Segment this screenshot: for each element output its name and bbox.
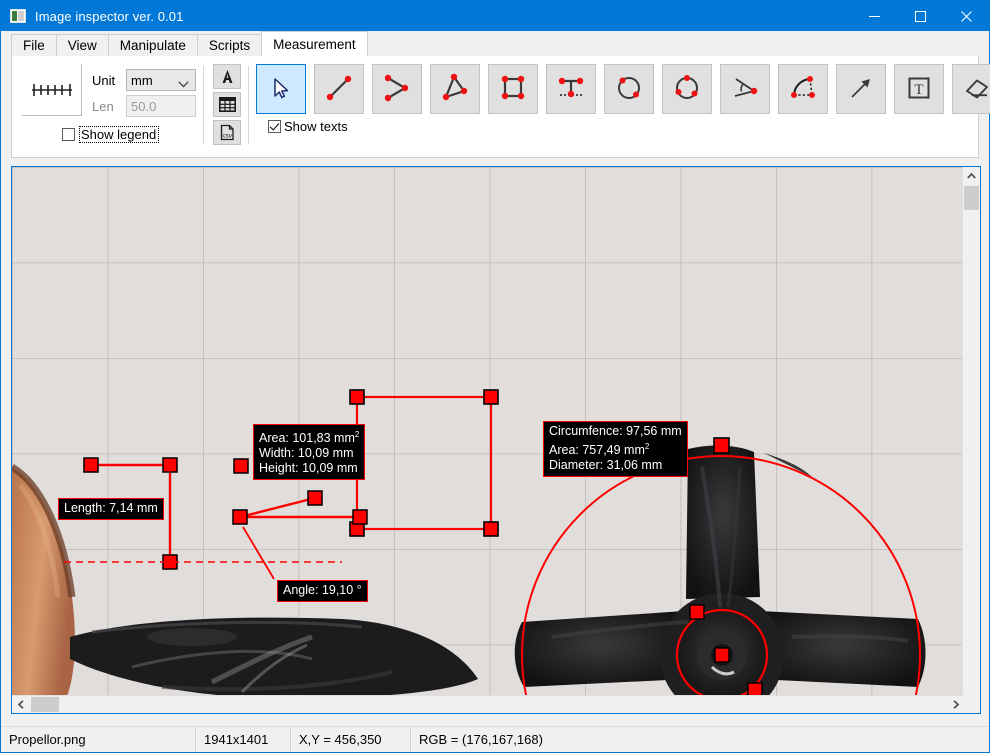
rect-width-text: Width: 10,09 mm [259,446,359,461]
text-box-icon: T [904,73,934,106]
scroll-right-button[interactable] [947,696,964,713]
show-legend-checkbox[interactable]: Show legend [62,126,159,143]
show-legend-label: Show legend [79,126,159,143]
tool-angle-arc-button[interactable] [720,64,770,114]
measurement-toolbar: Unit mm Len Show l [11,56,979,158]
close-button[interactable] [943,1,989,31]
len-label: Len [92,99,126,114]
tab-measurement[interactable]: Measurement [261,31,368,56]
cursor-arrow-icon [268,75,294,104]
tab-file[interactable]: File [11,34,57,56]
perpendicular-distance-icon [555,72,587,107]
horizontal-scrollbar[interactable] [12,695,964,713]
circle-two-point-icon [613,72,645,107]
status-filename: Propellor.png [1,728,196,752]
status-bar: Propellor.png 1941x1401 X,Y = 456,350 RG… [1,726,989,752]
unit-label: Unit [92,73,126,88]
arrow-annotation-icon [845,72,877,107]
csv-export-icon[interactable]: csv [213,120,241,145]
tab-scripts[interactable]: Scripts [197,34,262,56]
scroll-up-button[interactable] [963,167,980,184]
image-canvas-area: Area: 101,83 mm2 Width: 10,09 mm Height:… [11,166,981,714]
tool-angle-segment-button[interactable] [372,64,422,114]
unit-select[interactable]: mm [126,69,196,91]
tool-perpendicular-button[interactable] [546,64,596,114]
large-circle-measurement-label: Circumfence: 97,56 mm Area: 757,49 mm2 D… [543,421,688,477]
tool-erase-button[interactable] [952,64,990,114]
image-viewport[interactable]: Area: 101,83 mm2 Width: 10,09 mm Height:… [12,167,964,696]
len-row: Len [92,95,196,117]
scroll-left-button[interactable] [12,696,29,713]
export-buttons-group: csv [213,64,241,145]
angle-measurement-label: Angle: 19,10 ° [277,580,368,602]
show-texts-label: Show texts [284,119,348,134]
angle-arc-icon [729,72,761,107]
maximize-button[interactable] [897,1,943,31]
propeller-photo [12,167,964,696]
unit-group: Unit mm Len Show l [18,64,196,152]
vertical-scrollbar[interactable] [962,167,980,696]
tab-manipulate-label: Manipulate [120,38,186,53]
window-controls [851,1,989,31]
rectangle-icon [497,72,529,107]
eraser-icon [962,73,990,106]
rect-height-text: Height: 10,09 mm [259,461,359,476]
len-input[interactable] [126,95,196,117]
toolbar-separator-2 [248,66,249,144]
window-title: Image inspector ver. 0.01 [35,9,183,24]
tab-scripts-label: Scripts [209,38,250,53]
ruler-icon [22,64,82,116]
tool-line-button[interactable] [314,64,364,114]
rect-area-text: Area: 101,83 mm2 [259,427,359,446]
bigcircle-diameter-text: Diameter: 31,06 mm [549,458,682,473]
show-texts-box [268,120,281,133]
show-texts-checkbox[interactable]: Show texts [268,119,348,134]
triangle-icon [439,72,471,107]
bigcircle-area-text: Area: 757,49 mm2 [549,439,682,458]
toolbar-separator-1 [203,66,204,144]
angle-two-segment-icon [381,72,413,107]
bigcircle-circumference-text: Circumfence: 97,56 mm [549,424,682,439]
tab-measurement-label: Measurement [273,37,356,52]
show-legend-box [62,128,75,141]
svg-text:csv: csv [222,132,232,139]
unit-row: Unit mm [92,69,196,91]
scrollbar-corner [963,696,980,713]
tool-rectangle-button[interactable] [488,64,538,114]
tab-file-label: File [23,38,45,53]
tab-view[interactable]: View [56,34,109,56]
tab-view-label: View [68,38,97,53]
tab-manipulate[interactable]: Manipulate [108,34,198,56]
status-rgb: RGB = (176,167,168) [411,728,711,752]
horizontal-scroll-thumb[interactable] [31,697,59,712]
app-image-icon [10,9,26,23]
tool-triangle-button[interactable] [430,64,480,114]
tool-select-button[interactable] [256,64,306,114]
tool-arc-button[interactable] [778,64,828,114]
status-dimensions: 1941x1401 [196,728,291,752]
vertical-scroll-thumb[interactable] [964,186,979,210]
font-letter-a-icon[interactable] [213,64,241,89]
application-window: Image inspector ver. 0.01 File View Mani… [0,0,990,753]
tool-arrow-button[interactable] [836,64,886,114]
circle-three-point-icon [671,72,703,107]
rectangle-measurement-label: Area: 101,83 mm2 Width: 10,09 mm Height:… [253,424,365,480]
measurement-tools: T [256,64,990,114]
svg-text:T: T [914,82,923,98]
unit-fields: Unit mm Len [92,64,196,117]
line-segment-icon [323,72,355,107]
status-coordinates: X,Y = 456,350 [291,728,411,752]
minimize-button[interactable] [851,1,897,31]
length-measurement-label: Length: 7,14 mm [58,498,164,520]
tool-circle-two-point-button[interactable] [604,64,654,114]
table-grid-icon[interactable] [213,92,241,117]
ribbon-tabs: File View Manipulate Scripts Measurement [1,31,989,56]
tool-circle-three-point-button[interactable] [662,64,712,114]
tool-text-button[interactable]: T [894,64,944,114]
arc-three-point-icon [787,72,819,107]
title-bar: Image inspector ver. 0.01 [1,1,989,31]
